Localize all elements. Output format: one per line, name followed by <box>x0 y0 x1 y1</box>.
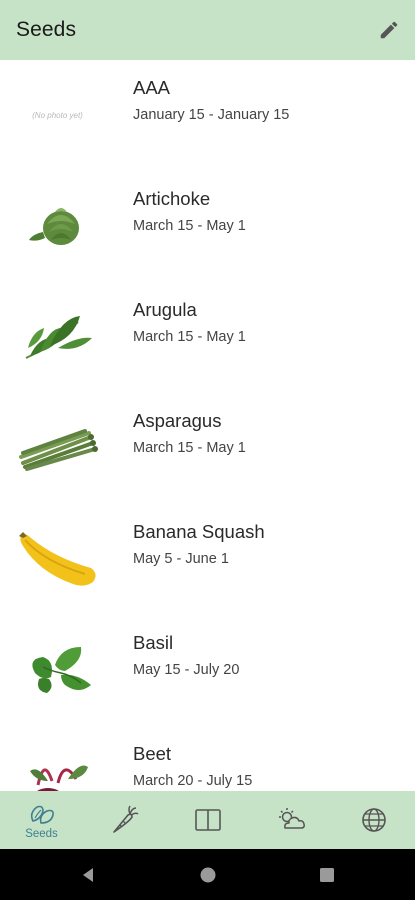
list-item[interactable]: Beet March 20 - July 15 <box>0 726 415 791</box>
system-nav-bar <box>0 849 415 900</box>
seed-dates: March 15 - May 1 <box>133 329 246 345</box>
seed-list[interactable]: (No photo yet) AAA January 15 - January … <box>0 60 415 791</box>
seed-dates: March 15 - May 1 <box>133 440 246 456</box>
list-item[interactable]: Banana Squash May 5 - June 1 <box>0 504 415 615</box>
back-icon <box>83 868 93 882</box>
seed-dates: March 20 - July 15 <box>133 773 253 789</box>
seed-name: Artichoke <box>133 188 211 209</box>
page-title: Seeds <box>16 18 77 41</box>
arugula-icon <box>25 316 92 359</box>
seed-dates: May 5 - June 1 <box>133 551 229 567</box>
carrot-icon <box>112 805 139 833</box>
home-button[interactable] <box>196 863 220 887</box>
seed-dates: March 15 - May 1 <box>133 218 246 234</box>
seed-name: Basil <box>133 632 174 653</box>
list-item[interactable]: Basil May 15 - July 20 <box>0 615 415 726</box>
seed-name: Asparagus <box>133 410 222 431</box>
basil-icon <box>31 647 91 693</box>
nav-label-seeds: Seeds <box>25 827 58 840</box>
nav-item-weather[interactable] <box>249 791 332 849</box>
bottom-nav: Seeds <box>0 791 415 849</box>
edit-button[interactable] <box>375 16 403 44</box>
seed-photo-placeholder: (No photo yet) <box>10 80 105 150</box>
list-item[interactable]: Asparagus March 15 - May 1 <box>0 393 415 504</box>
asparagus-icon <box>18 429 98 471</box>
list-item[interactable]: Artichoke March 15 - May 1 <box>0 171 415 282</box>
artichoke-icon <box>28 208 79 245</box>
nav-item-plants[interactable] <box>83 791 166 849</box>
nav-item-web[interactable] <box>332 791 415 849</box>
seed-name: Banana Squash <box>133 521 265 542</box>
seed-photo <box>10 524 105 594</box>
seed-name: Arugula <box>133 299 197 320</box>
nav-item-journal[interactable] <box>166 791 249 849</box>
recents-button[interactable] <box>315 863 339 887</box>
seed-dates: January 15 - January 15 <box>133 107 290 123</box>
seed-photo <box>10 413 105 483</box>
seed-dates: May 15 - July 20 <box>133 662 240 678</box>
seed-photo <box>10 635 105 705</box>
weather-icon <box>278 808 305 829</box>
nav-item-seeds[interactable]: Seeds <box>0 791 83 849</box>
seed-photo <box>10 191 105 261</box>
back-button[interactable] <box>76 863 100 887</box>
seed-photo <box>10 302 105 372</box>
banana-squash-icon <box>18 532 96 586</box>
seed-name: AAA <box>133 77 171 98</box>
list-item[interactable]: Arugula March 15 - May 1 <box>0 282 415 393</box>
globe-icon <box>361 808 386 832</box>
book-icon <box>194 809 221 831</box>
recents-icon <box>320 868 334 882</box>
list-item[interactable]: (No photo yet) AAA January 15 - January … <box>0 60 415 171</box>
beet-icon <box>29 765 88 791</box>
no-photo-label: (No photo yet) <box>32 110 83 120</box>
home-icon <box>200 867 216 883</box>
app-bar: Seeds <box>0 0 415 60</box>
seed-name: Beet <box>133 743 172 764</box>
seed-photo <box>10 746 105 791</box>
pencil-icon <box>380 21 398 39</box>
seeds-icon <box>30 805 54 824</box>
